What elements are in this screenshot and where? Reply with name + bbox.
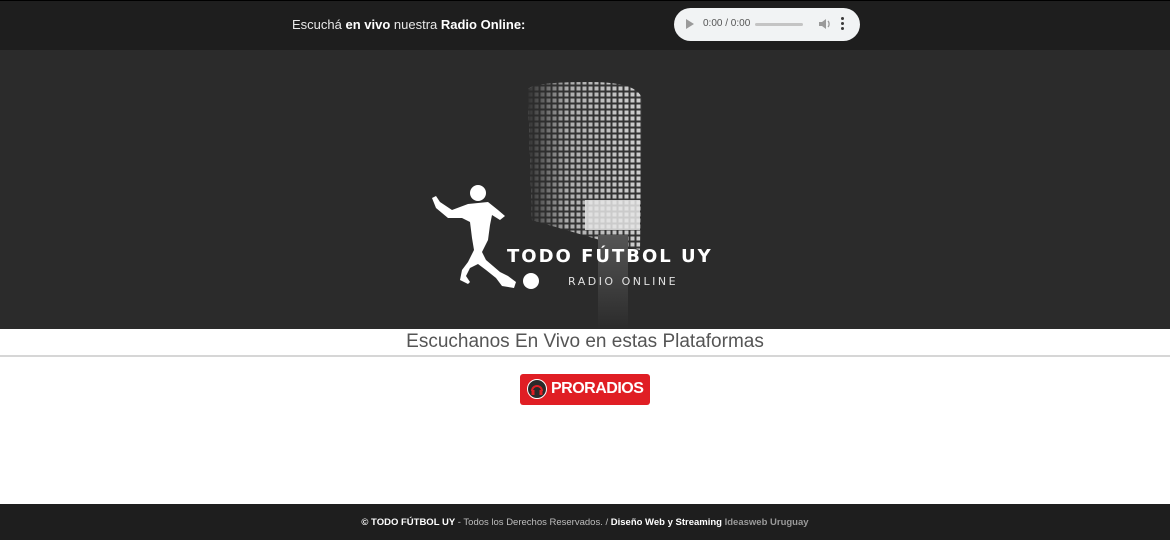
football-player-silhouette bbox=[432, 185, 539, 289]
footer-design-label: Diseño Web y Streaming bbox=[610, 517, 722, 528]
audio-player[interactable]: 0:00 / 0:00 bbox=[674, 8, 860, 41]
more-options-icon[interactable] bbox=[839, 17, 845, 31]
topbar-text-4: Radio Online: bbox=[440, 17, 526, 32]
top-bar: Escuchá en vivo nuestra Radio Online: 0:… bbox=[0, 0, 1170, 50]
platforms-section: Escuchanos En Vivo en estas Plataformas bbox=[0, 329, 1170, 357]
proradios-button[interactable]: PRORADIOS bbox=[520, 374, 650, 405]
footer-rights: - Todos los Derechos Reservados. / bbox=[455, 517, 611, 528]
platforms-title: Escuchanos En Vivo en estas Plataformas bbox=[406, 331, 764, 352]
hero-banner: TODO FÚTBOL UY RADIO ONLINE bbox=[0, 50, 1170, 329]
microphone-graphic bbox=[528, 82, 642, 329]
footer-ideasweb-link[interactable]: Ideasweb Uruguay bbox=[722, 517, 809, 528]
footer: © TODO FÚTBOL UY - Todos los Derechos Re… bbox=[0, 504, 1170, 540]
logo-subtitle: RADIO ONLINE bbox=[568, 275, 679, 288]
radio-online-text: Escuchá en vivo nuestra Radio Online: bbox=[292, 17, 525, 32]
topbar-text-2: en vivo bbox=[345, 17, 391, 32]
topbar-text-1: Escuchá bbox=[292, 17, 346, 32]
player-progress-slider[interactable] bbox=[755, 23, 803, 26]
topbar-text-3: nuestra bbox=[390, 17, 441, 32]
play-icon[interactable] bbox=[686, 19, 694, 29]
footer-text: © TODO FÚTBOL UY - Todos los Derechos Re… bbox=[0, 504, 1170, 542]
volume-icon[interactable] bbox=[818, 17, 832, 31]
proradios-label: PRORADIOS bbox=[551, 380, 644, 397]
player-time: 0:00 / 0:00 bbox=[703, 18, 751, 29]
logo-title: TODO FÚTBOL UY bbox=[507, 246, 713, 267]
headphones-icon bbox=[527, 379, 547, 399]
footer-copyright: © TODO FÚTBOL UY bbox=[361, 517, 456, 528]
